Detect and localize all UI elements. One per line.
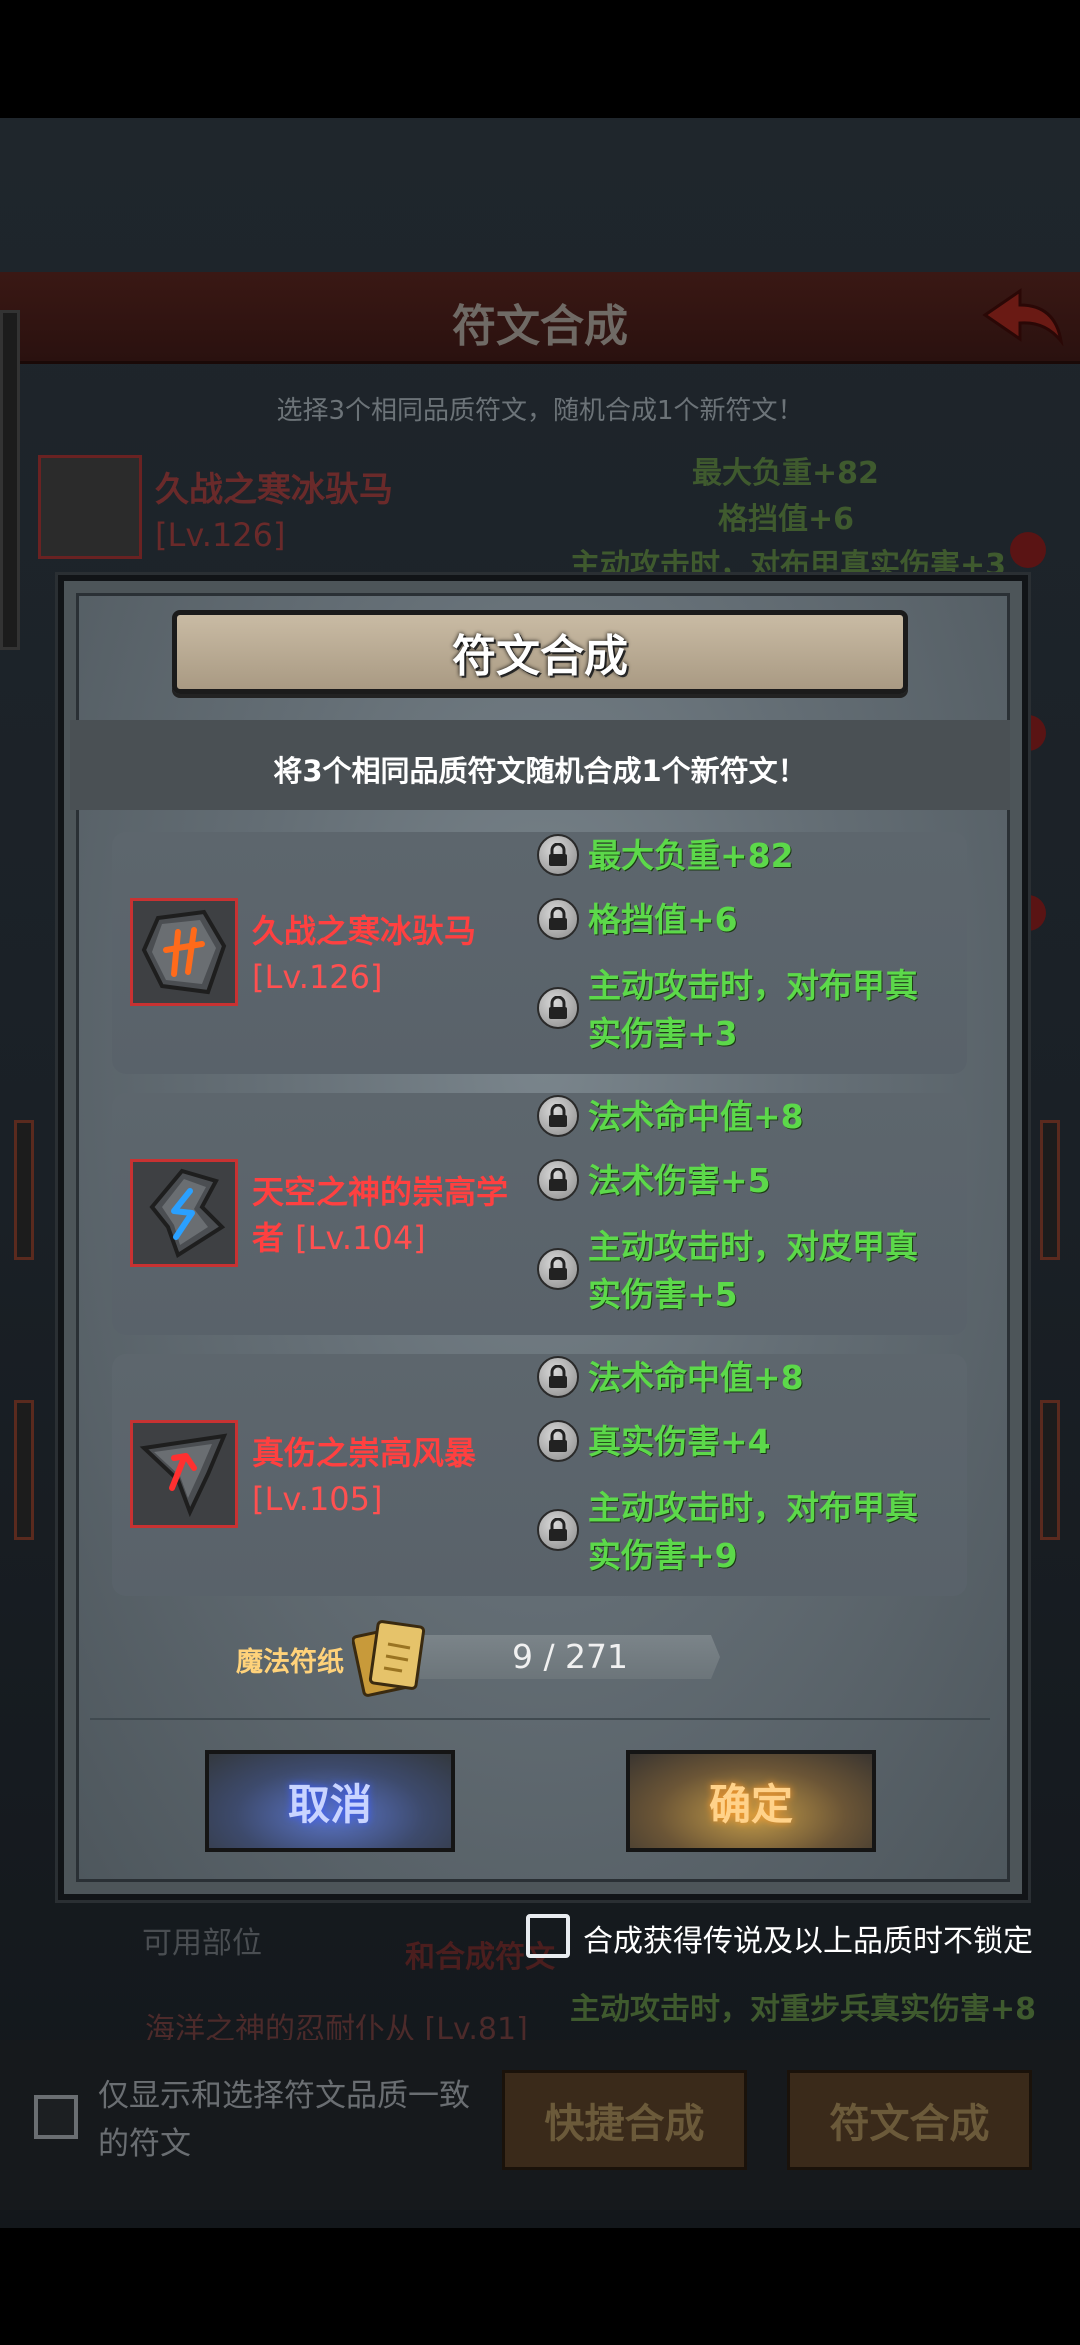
rune-stat: 真实伤害+4: [588, 1422, 771, 1461]
lock-icon[interactable]: [537, 1420, 579, 1462]
lock-icon[interactable]: [537, 898, 579, 940]
lock-icon[interactable]: [537, 987, 579, 1029]
background-selected-rune-icon[interactable]: [38, 455, 142, 559]
rune-list-slot[interactable]: [1040, 1120, 1060, 1260]
rune-stat: 格挡值+6: [588, 900, 738, 939]
rune-stat: 法术命中值+8: [588, 1097, 804, 1136]
dialog-divider: [90, 1718, 990, 1720]
rune-list-stat: 主动攻击时，对重步兵真实伤害+8: [570, 1992, 1037, 2027]
background-title: 符文合成: [452, 301, 628, 352]
no-lock-legendary-label: 合成获得传说及以上品质时不锁定: [583, 1924, 1033, 1959]
magic-paper-label: 魔法符纸: [236, 1647, 344, 1678]
bottom-nav-area: [0, 2228, 1080, 2345]
side-tab[interactable]: [0, 310, 20, 650]
magic-paper-count: 9 / 271: [511, 1637, 629, 1676]
background-selected-rune-level: [Lv.126]: [155, 516, 286, 554]
background-stat: 最大负重+82: [692, 456, 879, 491]
rune-list-slot[interactable]: [14, 1400, 34, 1540]
rune-name: 真伤之崇高风暴 [Lv.105]: [252, 1434, 477, 1518]
quick-merge-button[interactable]: 快捷合成: [502, 2070, 747, 2170]
lock-icon[interactable]: [537, 1159, 579, 1201]
rune-shard-icon[interactable]: [130, 1159, 238, 1267]
lock-icon[interactable]: [537, 1509, 579, 1551]
rune-name: 天空之神的崇高学者 [Lv.104]: [252, 1173, 509, 1257]
lock-icon[interactable]: [537, 1248, 579, 1290]
status-bar-area: [0, 0, 1080, 118]
dialog-hint: 将3个相同品质符文随机合成1个新符文！: [273, 754, 807, 788]
cancel-button[interactable]: 取消: [205, 1750, 455, 1852]
remove-rune-button[interactable]: [1010, 532, 1046, 568]
rune-stat: 法术命中值+8: [588, 1358, 804, 1397]
filter-checkbox-label: 仅显示和选择符文品质一致的符文: [98, 2078, 470, 2162]
confirm-button[interactable]: 确定: [626, 1750, 876, 1852]
lock-icon[interactable]: [537, 1095, 579, 1137]
background-selected-rune-name: 久战之寒冰驮马: [155, 470, 393, 510]
lock-icon[interactable]: [537, 1356, 579, 1398]
rune-stone-icon[interactable]: [130, 898, 238, 1006]
rune-stat: 主动攻击时，对皮甲真实伤害+5: [588, 1227, 918, 1314]
slot-label: 可用部位: [142, 1926, 262, 1961]
no-lock-legendary-checkbox[interactable]: [526, 1914, 570, 1958]
lock-icon[interactable]: [537, 834, 579, 876]
rune-stat: 最大负重+82: [588, 836, 794, 875]
dialog-title: 符文合成: [452, 631, 628, 682]
filter-checkbox[interactable]: [34, 2095, 78, 2139]
rune-arrow-icon[interactable]: [130, 1420, 238, 1528]
rune-list-slot[interactable]: [1040, 1400, 1060, 1540]
rune-stat: 主动攻击时，对布甲真实伤害+3: [588, 966, 918, 1053]
back-arrow-icon[interactable]: [975, 285, 1065, 351]
rune-stat: 法术伤害+5: [588, 1161, 771, 1200]
rune-stat: 主动攻击时，对布甲真实伤害+9: [588, 1488, 918, 1575]
rune-list-slot[interactable]: [14, 1120, 34, 1260]
rune-name: 久战之寒冰驮马 [Lv.126]: [252, 912, 477, 996]
background-subtitle: 选择3个相同品质符文，随机合成1个新符文！: [276, 396, 804, 426]
merge-button[interactable]: 符文合成: [787, 2070, 1032, 2170]
background-stat: 格挡值+6: [718, 502, 855, 537]
magic-paper-icon: [352, 1620, 426, 1697]
